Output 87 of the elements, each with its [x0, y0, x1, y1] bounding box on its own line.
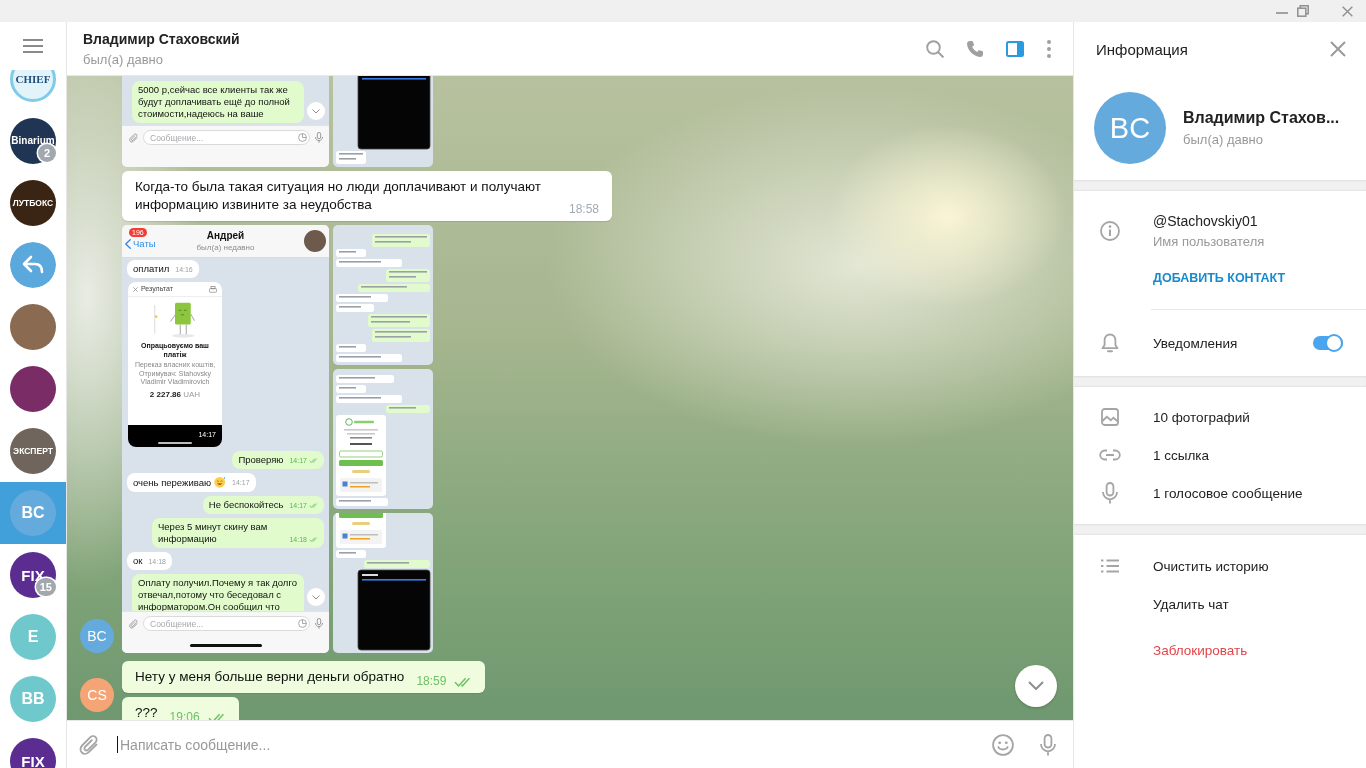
microphone-icon: [1102, 482, 1118, 504]
chevron-left-icon: [125, 238, 131, 249]
message-text: ???: [135, 704, 158, 720]
contact-status: был(а) недавно: [196, 242, 255, 253]
close-icon[interactable]: [1330, 41, 1346, 57]
paperclip-icon[interactable]: [79, 733, 99, 756]
message-text: Через 5 минут скину вам информацию: [158, 521, 268, 544]
chat-list-item[interactable]: FIX: [0, 730, 66, 768]
search-icon[interactable]: [926, 39, 944, 58]
shared-media-item[interactable]: 10 фотографий: [1074, 398, 1366, 436]
username-label: Имя пользователя: [1153, 234, 1265, 250]
message-text: Когда-то была такая ситуация но люди доплачивают и получают информацию извините за неудобства: [135, 178, 543, 214]
chat-avatar: FIX: [10, 738, 56, 768]
message-text: оплатил: [133, 263, 170, 274]
chat-avatar: ЛУТБОКС: [10, 180, 56, 226]
home-indicator: [158, 442, 192, 444]
microphone-icon: [315, 132, 323, 143]
chat-status: был(а) давно: [83, 50, 164, 68]
shared-media-item[interactable]: 1 ссылка: [1074, 436, 1366, 474]
close-icon: [133, 286, 138, 292]
microphone-icon[interactable]: [1040, 733, 1056, 756]
chevron-down-icon: [312, 108, 320, 114]
notifications-label: Уведомления: [1153, 335, 1239, 351]
chat-list-item[interactable]: ЭКСПЕРТ: [0, 420, 66, 482]
action-item[interactable]: Заблокировать: [1074, 631, 1366, 669]
profile-avatar: BC: [1094, 92, 1166, 164]
chat-avatar: ЭКСПЕРТ: [10, 428, 56, 474]
receipt-amount: 2 227.86 UAH: [149, 389, 201, 400]
scroll-down-button[interactable]: [1015, 665, 1057, 707]
chat-list-item[interactable]: CHIEF: [0, 70, 66, 110]
sticker-icon: [298, 619, 307, 628]
paperclip-icon: [129, 132, 138, 143]
message-input[interactable]: Сообщение...: [143, 130, 310, 145]
more-icon[interactable]: [1047, 39, 1051, 58]
chat-list-item[interactable]: Binarium 2: [0, 110, 66, 172]
chevron-down-icon: [1028, 681, 1044, 691]
chat-avatar: CHIEF: [10, 70, 56, 102]
message-text: Проверяю: [238, 454, 284, 465]
mascot-drawing: [152, 302, 198, 338]
menu-icon[interactable]: [23, 39, 43, 53]
sidebar-toggle-icon[interactable]: [1006, 40, 1024, 57]
emoji-icon[interactable]: [992, 733, 1014, 756]
action-item[interactable]: Очистить историю: [1074, 547, 1366, 585]
phone-icon[interactable]: [966, 39, 984, 58]
printer-icon: [209, 285, 217, 293]
add-contact-link[interactable]: ДОБАВИТЬ КОНТАКТ: [1153, 270, 1286, 286]
shared-media-item[interactable]: 1 голосовое сообщение: [1074, 474, 1366, 512]
contact-name: Андрей: [206, 229, 245, 242]
message-text: Не беспокойтесь: [208, 499, 284, 510]
avatar-photo: [304, 230, 326, 252]
chat-screenshot-drawing[interactable]: [333, 513, 433, 653]
text-cursor: [117, 736, 118, 753]
list-icon: [1101, 559, 1119, 573]
chat-avatar: E: [10, 614, 56, 660]
link-icon: [1099, 449, 1121, 461]
profile-name: Владимир Стахов...: [1183, 108, 1340, 128]
message-time: 18:59: [416, 674, 447, 689]
bell-icon: [1101, 333, 1119, 353]
chevron-down-icon: [312, 594, 320, 600]
chat-list-item[interactable]: ЛУТБОКС: [0, 172, 66, 234]
chat-screenshot[interactable]: [122, 225, 329, 653]
image-icon: [1101, 408, 1119, 426]
info-icon: [1100, 221, 1120, 241]
panel-title: Информация: [1096, 40, 1188, 58]
message-text: Нету у меня больше верни деньги обратно: [135, 668, 405, 686]
chat-avatar: BC: [10, 490, 56, 536]
chat-title: Владимир Стаховский: [83, 29, 240, 48]
message-input[interactable]: Сообщение...: [143, 616, 310, 631]
restore-icon[interactable]: [1297, 5, 1309, 17]
message-time: 18:58: [568, 202, 599, 217]
paperclip-icon: [129, 618, 138, 629]
message-text: 5000 р,сейчас все клиенты так же будут доплачивать ещё до полной стоимости,надеюсь на ваше: [138, 84, 290, 119]
message-text: очень переживаю: [133, 477, 212, 488]
message-text: ок: [133, 555, 143, 566]
microphone-icon: [315, 618, 323, 629]
action-item[interactable]: Удалить чат: [1074, 585, 1366, 623]
username-text: @Stachovskiy01: [1153, 212, 1259, 230]
user-avatar: BC: [80, 619, 114, 653]
profile-status: был(а) давно: [1183, 132, 1264, 148]
unread-badge: 2: [38, 144, 56, 162]
user-avatar: CS: [80, 678, 114, 712]
close-icon[interactable]: [1342, 5, 1353, 17]
sticker-icon: [298, 133, 307, 142]
chat-avatar: BB: [10, 676, 56, 722]
message-input[interactable]: Написать сообщение...: [117, 729, 982, 760]
notifications-toggle[interactable]: [1313, 334, 1343, 352]
chat-screenshot[interactable]: 5000 р,сейчас все клиенты так же будут доплачивать ещё до полной стоимости,надеюсь на ваше Сообщение...: [122, 76, 329, 167]
